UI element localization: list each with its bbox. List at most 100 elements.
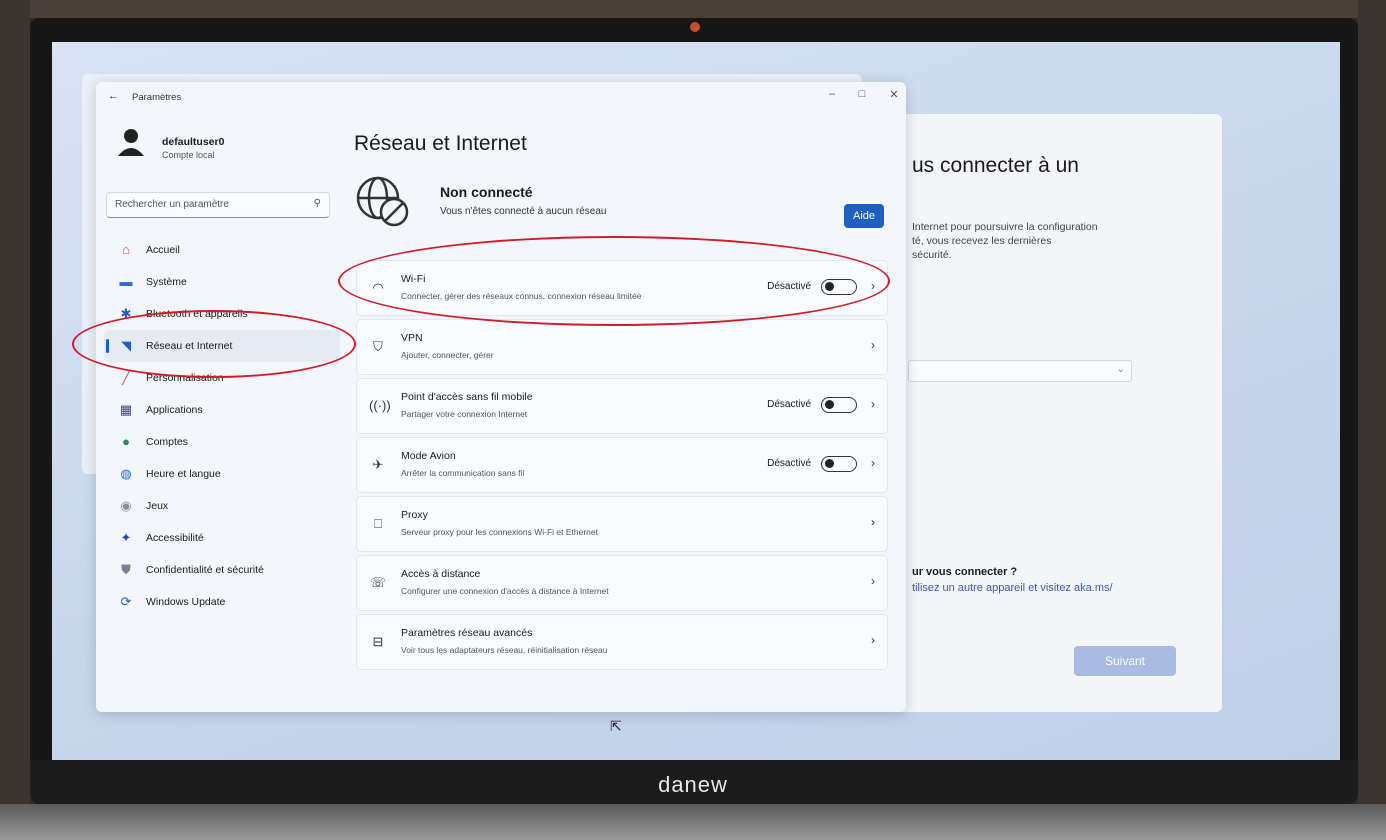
laptop-screen: us connecter à un Internet pour poursuiv… — [52, 42, 1340, 760]
sidebar-item-label: Confidentialité et sécurité — [146, 564, 264, 576]
update-icon: ⟳ — [120, 594, 132, 609]
dialup-icon: ☏ — [369, 575, 387, 590]
webcam-indicator — [690, 22, 700, 32]
settings-search-input[interactable]: Rechercher un paramètre ⚲ — [106, 192, 330, 218]
oobe-title: us connecter à un — [912, 154, 1079, 177]
row-subtitle: Configurer une connexion d'accès à dista… — [401, 586, 609, 596]
settings-window: ← Paramètres – □ ✕ defaultuser0 Compte l… — [96, 82, 906, 734]
row-dialup[interactable]: ☏ Accès à distance Configurer une connex… — [356, 555, 888, 611]
sidebar-item-accueil[interactable]: ⌂ Accueil — [104, 234, 340, 266]
chevron-right-icon: › — [871, 574, 875, 588]
oobe-network-panel: us connecter à un Internet pour poursuiv… — [872, 114, 1222, 712]
monitor-network-icon: ⊟ — [372, 634, 384, 649]
maximize-icon[interactable]: □ — [852, 88, 872, 100]
gamepad-icon: ◉ — [120, 498, 132, 513]
photo-background-left — [0, 0, 30, 804]
sidebar-nav: ⌂ Accueil ▬ Système ✱ Bluetooth et appar… — [104, 234, 344, 618]
hotspot-toggle[interactable] — [821, 397, 857, 413]
globe-icon: ◍ — [120, 466, 132, 481]
chevron-right-icon: › — [871, 515, 875, 529]
chevron-right-icon: › — [871, 338, 875, 352]
row-title: Accès à distance — [401, 568, 481, 580]
sidebar-item-systeme[interactable]: ▬ Système — [104, 266, 340, 298]
minimize-icon[interactable]: – — [822, 88, 842, 100]
sidebar-item-applications[interactable]: ▦ Applications — [104, 394, 340, 426]
row-hotspot[interactable]: ((·)) Point d'accès sans fil mobile Part… — [356, 378, 888, 434]
laptop-base — [0, 804, 1386, 840]
row-proxy[interactable]: ⎕ Proxy Serveur proxy pour les connexion… — [356, 496, 888, 552]
toggle-knob — [825, 400, 834, 409]
row-subtitle: Serveur proxy pour les connexions Wi-Fi … — [401, 527, 599, 537]
toggle-state-label: Désactivé — [767, 458, 811, 469]
globe-no-connection-icon — [356, 176, 409, 227]
proxy-icon: ⎕ — [374, 516, 382, 531]
row-advanced-network[interactable]: ⊟ Paramètres réseau avancés Voir tous le… — [356, 614, 888, 670]
sidebar-item-comptes[interactable]: ● Comptes — [104, 426, 340, 458]
mouse-cursor-icon: ⇱ — [610, 718, 622, 734]
row-subtitle: Partager votre connexion Internet — [401, 409, 528, 419]
toggle-state-label: Désactivé — [767, 399, 811, 410]
sidebar-item-heure[interactable]: ◍ Heure et langue — [104, 458, 340, 490]
close-icon[interactable]: ✕ — [884, 88, 904, 101]
oobe-alt-link[interactable]: tilisez un autre appareil et visitez aka… — [912, 582, 1113, 594]
oobe-desc-line: sécurité. — [912, 249, 952, 261]
accessibility-icon: ✦ — [120, 530, 132, 545]
search-icon: ⚲ — [313, 198, 321, 209]
home-icon: ⌂ — [122, 242, 130, 257]
oobe-question: ur vous connecter ? — [912, 566, 1018, 578]
photo-background-top — [0, 0, 1386, 18]
oobe-description: Internet pour poursuivre la configuratio… — [912, 220, 1212, 262]
connection-status-subtitle: Vous n'êtes connecté à aucun réseau — [440, 206, 607, 217]
system-icon: ▬ — [119, 274, 133, 289]
sidebar-item-label: Applications — [146, 404, 203, 416]
sidebar-item-jeux[interactable]: ◉ Jeux — [104, 490, 340, 522]
row-title: VPN — [401, 332, 423, 344]
user-name: defaultuser0 — [162, 136, 225, 148]
sidebar-item-label: Heure et langue — [146, 468, 221, 480]
chevron-right-icon: › — [871, 397, 875, 411]
sidebar-item-label: Accueil — [146, 244, 180, 256]
sidebar-item-label: Jeux — [146, 500, 169, 512]
row-subtitle: Arrêter la communication sans fil — [401, 468, 525, 478]
row-subtitle: Voir tous les adaptateurs réseau, réinit… — [401, 645, 608, 655]
chevron-right-icon: › — [871, 456, 875, 470]
sidebar-item-windows-update[interactable]: ⟳ Windows Update — [104, 586, 340, 618]
row-title: Paramètres réseau avancés — [401, 627, 533, 639]
help-button[interactable]: Aide — [844, 204, 884, 228]
apps-icon: ▦ — [119, 402, 133, 417]
row-vpn[interactable]: ⛉ VPN Ajouter, connecter, gérer › — [356, 319, 888, 375]
airplane-icon: ✈ — [372, 457, 384, 472]
sidebar-item-confidentialite[interactable]: ⛊ Confidentialité et sécurité — [104, 554, 340, 586]
row-subtitle: Ajouter, connecter, gérer — [401, 350, 494, 360]
sidebar-item-label: Comptes — [146, 436, 189, 448]
vpn-shield-icon: ⛉ — [373, 339, 383, 354]
sidebar-item-accessibilite[interactable]: ✦ Accessibilité — [104, 522, 340, 554]
next-button[interactable]: Suivant — [1074, 646, 1176, 676]
sidebar-item-label: Accessibilité — [146, 532, 204, 544]
chevron-down-icon: ⌄ — [1116, 364, 1125, 375]
row-title: Point d'accès sans fil mobile — [401, 391, 533, 403]
oobe-desc-line: Internet pour poursuivre la configuratio… — [912, 221, 1098, 233]
avatar-icon — [118, 129, 144, 156]
sidebar-item-label: Système — [146, 276, 187, 288]
sidebar-item-label: Windows Update — [146, 596, 226, 608]
back-arrow-icon[interactable]: ← — [108, 90, 119, 102]
photo-background-right — [1358, 0, 1386, 804]
oobe-network-dropdown[interactable]: ⌄ — [908, 360, 1132, 382]
window-title: Paramètres — [132, 92, 182, 103]
wifi-annotation-circle — [338, 236, 890, 326]
shield-icon: ⛊ — [121, 562, 131, 577]
page-title: Réseau et Internet — [354, 132, 527, 155]
brand-logo: danew — [658, 772, 728, 797]
toggle-knob — [825, 459, 834, 468]
row-title: Proxy — [401, 509, 428, 521]
row-airplane-mode[interactable]: ✈ Mode Avion Arrêter la communication sa… — [356, 437, 888, 493]
hotspot-icon: ((·)) — [369, 398, 391, 413]
account-type: Compte local — [162, 150, 215, 160]
airplane-toggle[interactable] — [821, 456, 857, 472]
chevron-right-icon: › — [871, 633, 875, 647]
search-placeholder: Rechercher un paramètre — [115, 199, 229, 210]
connection-status-title: Non connecté — [440, 184, 533, 200]
row-title: Mode Avion — [401, 450, 456, 462]
network-nav-annotation-circle — [72, 310, 356, 378]
